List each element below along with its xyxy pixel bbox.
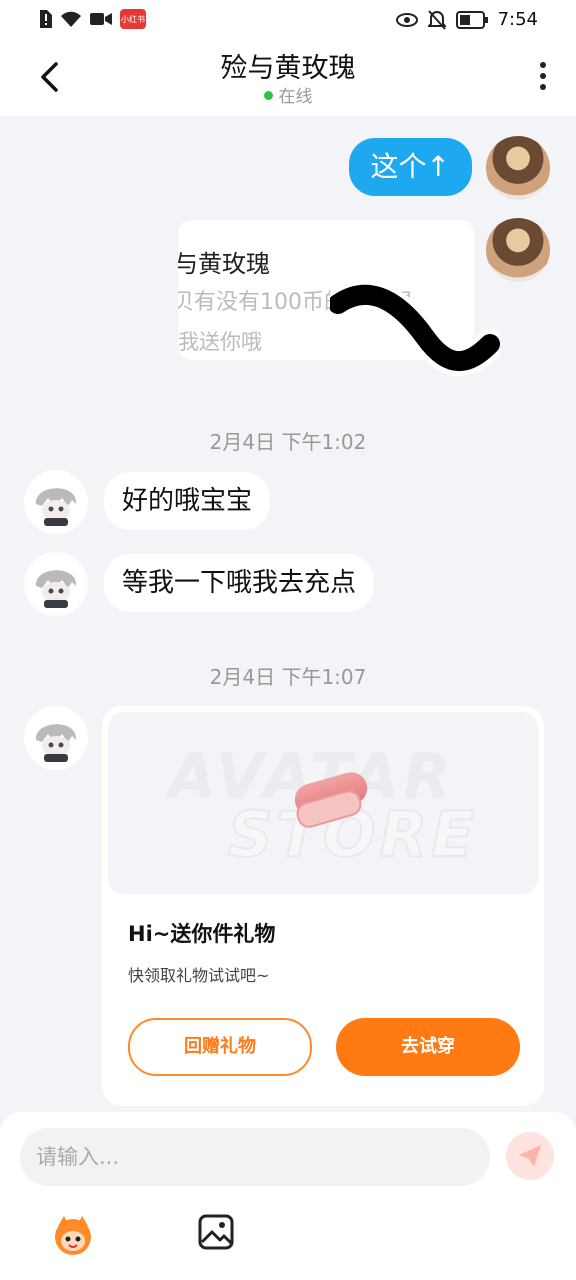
status-right: 7:54 <box>395 9 538 30</box>
quote-title: 殓与黄玫瑰 <box>178 250 270 278</box>
timestamp: 2月4日 下午1:02 <box>209 430 367 454</box>
composer-panel <box>0 1112 576 1280</box>
app-badge-icon: 小红书 <box>120 9 146 29</box>
chat-header: 殓与黄玫瑰 在线 <box>0 40 576 116</box>
gift-subtitle: 快领取礼物试试吧~ <box>128 966 270 985</box>
wifi-icon <box>61 11 81 27</box>
sent-message-bubble[interactable]: 这个↑ <box>348 138 472 196</box>
self-avatar[interactable] <box>486 136 550 200</box>
mascot-icon[interactable] <box>50 1212 96 1258</box>
sim-alert-icon <box>40 10 52 28</box>
message-input-wrapper[interactable] <box>20 1128 490 1186</box>
eye-icon <box>395 12 418 27</box>
try-on-button[interactable]: 去试穿 <box>336 1018 520 1076</box>
received-message-bubble[interactable]: 好的哦宝宝 <box>104 472 271 530</box>
clock: 7:54 <box>497 9 538 30</box>
message-input[interactable] <box>20 1128 482 1186</box>
received-message-bubble[interactable]: 等我一下哦我去充点 <box>104 554 375 612</box>
more-dots-icon[interactable] <box>540 62 546 92</box>
battery-icon <box>455 10 488 29</box>
gift-image[interactable]: AVATAR STORE <box>108 712 538 894</box>
timestamp: 2月4日 下午1:07 <box>209 665 367 689</box>
return-gift-button[interactable]: 回赠礼物 <box>128 1018 312 1076</box>
contact-avatar[interactable] <box>24 552 88 616</box>
self-avatar[interactable] <box>486 218 550 282</box>
contact-avatar[interactable] <box>24 706 88 770</box>
scribble-overlay <box>330 282 500 377</box>
status-bar: 小红书 7:54 <box>0 0 576 40</box>
send-icon[interactable] <box>506 1132 554 1180</box>
status-left: 小红书 <box>38 9 146 29</box>
gift-card[interactable]: AVATAR STORE Hi~送你件礼物 快领取礼物试试吧~ 回赠礼物 去试穿 <box>102 706 544 1106</box>
online-status: 在线 <box>0 82 576 107</box>
contact-avatar[interactable] <box>24 470 88 534</box>
quote-line: 要我送你哦 <box>178 330 262 354</box>
online-status-label: 在线 <box>278 87 313 107</box>
gift-title: Hi~送你件礼物 <box>128 922 276 946</box>
image-icon[interactable] <box>198 1214 234 1250</box>
bell-mute-icon <box>427 9 446 30</box>
contact-name: 殓与黄玫瑰 <box>220 53 356 84</box>
online-dot-icon <box>263 90 273 100</box>
video-icon <box>90 13 112 25</box>
